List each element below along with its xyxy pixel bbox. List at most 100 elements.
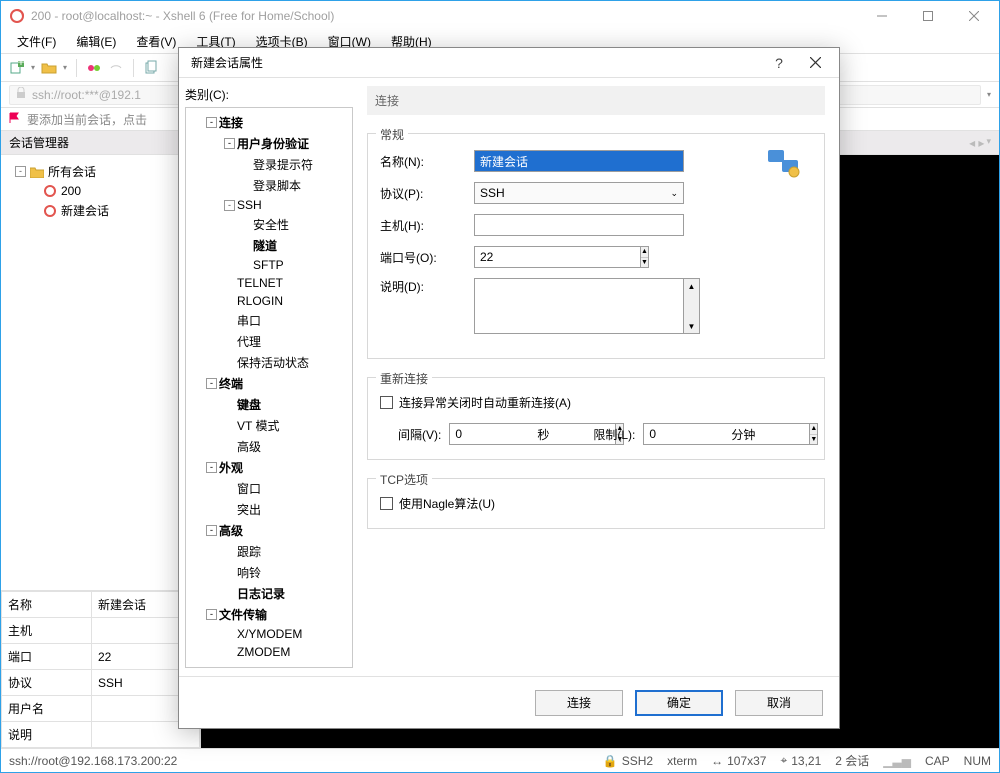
- close-button[interactable]: [951, 2, 997, 30]
- reconnect-icon[interactable]: [86, 60, 102, 76]
- copy-icon[interactable]: [143, 60, 159, 76]
- port-spinner[interactable]: ▲▼: [474, 246, 554, 268]
- tree-item[interactable]: 新建会话: [7, 200, 194, 221]
- host-input[interactable]: [474, 214, 684, 236]
- category-item[interactable]: 安全性: [188, 214, 350, 235]
- protocol-select[interactable]: SSH ⌄: [474, 182, 684, 204]
- tree-root[interactable]: - 所有会话: [7, 161, 194, 182]
- expand-icon[interactable]: -: [206, 378, 217, 389]
- disconnect-icon[interactable]: [108, 60, 124, 76]
- expand-icon[interactable]: -: [206, 462, 217, 473]
- session-icon: [43, 184, 57, 198]
- maximize-button[interactable]: [905, 2, 951, 30]
- category-item[interactable]: -终端: [188, 373, 350, 394]
- category-label: 类别(C):: [185, 86, 353, 103]
- limit-spinner[interactable]: ▲▼: [643, 423, 723, 445]
- category-item[interactable]: 登录脚本: [188, 175, 350, 196]
- category-item[interactable]: 隧道: [188, 235, 350, 256]
- menu-file[interactable]: 文件(F): [9, 31, 64, 52]
- category-item[interactable]: TELNET: [188, 274, 350, 292]
- category-tree[interactable]: -连接-用户身份验证登录提示符登录脚本-SSH安全性隧道SFTPTELNETRL…: [185, 107, 353, 668]
- category-item[interactable]: -文件传输: [188, 604, 350, 625]
- table-row: 端口22: [2, 644, 200, 670]
- status-term: xterm: [667, 754, 697, 768]
- cancel-button[interactable]: 取消: [735, 690, 823, 716]
- dropdown-icon[interactable]: ▾: [31, 63, 35, 72]
- category-item[interactable]: -外观: [188, 457, 350, 478]
- category-item[interactable]: -连接: [188, 112, 350, 133]
- spin-down-icon[interactable]: ▼: [810, 435, 817, 445]
- dialog-titlebar: 新建会话属性 ?: [179, 48, 839, 78]
- new-session-icon[interactable]: +: [9, 60, 25, 76]
- spin-up-icon[interactable]: ▲: [810, 424, 817, 435]
- category-item[interactable]: ZMODEM: [188, 643, 350, 661]
- expand-icon[interactable]: -: [206, 525, 217, 536]
- scroll-up-icon[interactable]: ▲: [684, 279, 699, 293]
- dialog-title: 新建会话属性: [191, 54, 263, 71]
- description-textarea[interactable]: [474, 278, 684, 334]
- category-item[interactable]: X/YMODEM: [188, 625, 350, 643]
- category-label: TELNET: [237, 276, 283, 290]
- category-label: 保持活动状态: [237, 354, 309, 371]
- expand-icon[interactable]: -: [224, 200, 235, 211]
- spin-down-icon[interactable]: ▼: [641, 258, 648, 268]
- status-cap: CAP: [925, 754, 950, 768]
- dropdown-icon[interactable]: ▾: [987, 90, 991, 99]
- category-item[interactable]: -SSH: [188, 196, 350, 214]
- port-input[interactable]: [474, 246, 641, 268]
- category-item[interactable]: 代理: [188, 331, 350, 352]
- category-item[interactable]: 高级: [188, 436, 350, 457]
- category-item[interactable]: VT 模式: [188, 415, 350, 436]
- category-item[interactable]: 窗口: [188, 478, 350, 499]
- open-icon[interactable]: [41, 60, 57, 76]
- help-button[interactable]: ?: [761, 51, 797, 75]
- category-item[interactable]: 响铃: [188, 562, 350, 583]
- name-input[interactable]: [474, 150, 684, 172]
- category-item[interactable]: RLOGIN: [188, 292, 350, 310]
- auto-reconnect-checkbox[interactable]: [380, 396, 393, 409]
- minimize-button[interactable]: [859, 2, 905, 30]
- category-item[interactable]: 突出: [188, 499, 350, 520]
- scroll-down-icon[interactable]: ▼: [684, 319, 699, 333]
- session-tree[interactable]: - 所有会话 200 新建会话: [1, 155, 200, 590]
- dialog-footer: 连接 确定 取消: [179, 676, 839, 728]
- category-item[interactable]: 串口: [188, 310, 350, 331]
- menu-view[interactable]: 查看(V): [128, 31, 184, 52]
- category-item[interactable]: 登录提示符: [188, 154, 350, 175]
- status-num: NUM: [964, 754, 991, 768]
- status-proto: 🔒SSH2: [603, 754, 653, 768]
- tab-hint: 要添加当前会话，点击: [27, 111, 147, 128]
- expand-icon[interactable]: -: [206, 609, 217, 620]
- category-item[interactable]: 跟踪: [188, 541, 350, 562]
- panel-pager[interactable]: ◂ ▸ ▾: [969, 136, 991, 150]
- status-sessions: 2 会话: [835, 752, 869, 769]
- nagle-checkbox[interactable]: [380, 497, 393, 510]
- status-signal-icon: ▁▃▅: [883, 754, 911, 768]
- menu-edit[interactable]: 编辑(E): [68, 31, 124, 52]
- category-item[interactable]: 保持活动状态: [188, 352, 350, 373]
- limit-input[interactable]: [643, 423, 810, 445]
- table-row: 说明: [2, 722, 200, 748]
- spin-up-icon[interactable]: ▲: [641, 247, 648, 258]
- category-label: SSH: [237, 198, 262, 212]
- dropdown-icon[interactable]: ▾: [63, 63, 67, 72]
- category-label: 用户身份验证: [237, 135, 309, 152]
- category-item[interactable]: -高级: [188, 520, 350, 541]
- group-tcp: TCP选项 使用Nagle算法(U): [367, 478, 825, 529]
- section-header: 连接: [367, 86, 825, 115]
- tree-item[interactable]: 200: [7, 182, 194, 200]
- category-item[interactable]: 键盘: [188, 394, 350, 415]
- interval-spinner[interactable]: ▲▼: [449, 423, 529, 445]
- category-label: 跟踪: [237, 543, 261, 560]
- ok-button[interactable]: 确定: [635, 690, 723, 716]
- expand-icon[interactable]: -: [206, 117, 217, 128]
- interval-input[interactable]: [449, 423, 616, 445]
- expand-icon[interactable]: -: [224, 138, 235, 149]
- category-item[interactable]: SFTP: [188, 256, 350, 274]
- category-item[interactable]: 日志记录: [188, 583, 350, 604]
- panel-title-text: 会话管理器: [9, 134, 69, 151]
- category-label: 高级: [219, 522, 243, 539]
- dialog-close-button[interactable]: [797, 51, 833, 75]
- category-item[interactable]: -用户身份验证: [188, 133, 350, 154]
- connect-button[interactable]: 连接: [535, 690, 623, 716]
